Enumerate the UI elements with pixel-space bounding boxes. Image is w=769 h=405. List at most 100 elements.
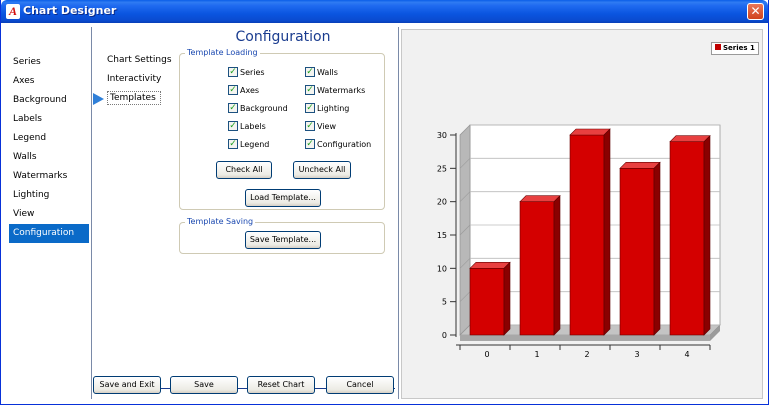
checkbox-series[interactable]: ✓ Series [228, 66, 265, 80]
reset-chart-button[interactable]: Reset Chart [247, 376, 315, 394]
checkbox-label: Watermarks [317, 86, 366, 95]
bar [519, 194, 561, 336]
check-icon: ✓ [305, 120, 315, 131]
checkbox-walls[interactable]: ✓ Walls [305, 66, 338, 80]
bar [569, 128, 611, 336]
dialog-content: Series Axes Background Labels Legend Wal… [3, 23, 768, 403]
page-title: Configuration [235, 29, 331, 45]
checkbox-watermarks[interactable]: ✓ Watermarks [305, 84, 365, 98]
save-template-button[interactable]: Save Template... [245, 231, 321, 249]
nav-item-legend[interactable]: Legend [9, 129, 89, 148]
check-icon: ✓ [305, 66, 315, 77]
subnav-item-templates[interactable]: Templates [93, 89, 173, 108]
preview-divider [398, 27, 399, 399]
template-saving-group: Template Saving Save Template... [179, 216, 385, 254]
selection-arrow-icon [93, 93, 104, 105]
nav-divider [91, 27, 92, 399]
check-all-button[interactable]: Check All [216, 161, 272, 179]
checkbox-label: Series [240, 68, 265, 77]
bar-top [469, 262, 511, 269]
chart-designer-window: A Chart Designer ✕ Series Axes Backgroun… [0, 0, 769, 405]
checkbox-axes[interactable]: ✓ Axes [228, 84, 259, 98]
checkbox-labels[interactable]: ✓ Labels [228, 120, 266, 134]
check-icon: ✓ [228, 138, 238, 149]
chart-preview: Series 1 0 5 10 15 20 25 30 0 1 2 3 4 [401, 29, 763, 399]
bar-chart: 0 5 10 15 20 25 30 0 1 2 3 4 [437, 124, 721, 359]
close-button[interactable]: ✕ [747, 3, 764, 20]
check-icon: ✓ [305, 138, 315, 149]
bar-front [619, 168, 655, 336]
checkbox-label: Walls [317, 68, 338, 77]
bar-front [469, 268, 505, 336]
checkbox-label: Legend [240, 140, 270, 149]
bar-front [519, 201, 555, 336]
y-tick-label: 5 [442, 298, 447, 307]
uncheck-all-button[interactable]: Uncheck All [293, 161, 351, 179]
group-legend: Template Loading [185, 47, 260, 59]
bar [469, 261, 511, 336]
bar-top [619, 162, 661, 169]
bar-front [569, 134, 605, 336]
nav-item-series[interactable]: Series [9, 53, 89, 72]
check-icon: ✓ [228, 102, 238, 113]
nav-item-axes[interactable]: Axes [9, 72, 89, 91]
checkbox-label: Configuration [317, 140, 372, 149]
checkbox-lighting[interactable]: ✓ Lighting [305, 102, 349, 116]
checkbox-label: Lighting [317, 104, 350, 113]
bar-top [519, 195, 561, 202]
bar-side [603, 128, 611, 336]
x-tick-label: 1 [534, 350, 539, 359]
y-tick-label: 30 [437, 131, 447, 140]
x-tick-label: 3 [634, 350, 639, 359]
check-icon: ✓ [305, 102, 315, 113]
bar-front [669, 141, 705, 336]
subnav-label: Interactivity [107, 74, 162, 84]
window-title: Chart Designer [23, 4, 117, 17]
checkbox-view[interactable]: ✓ View [305, 120, 336, 134]
chart-floor-front [460, 335, 710, 341]
bar-side [553, 194, 561, 336]
checkbox-legend[interactable]: ✓ Legend [228, 138, 269, 152]
cancel-button[interactable]: Cancel [326, 376, 394, 394]
subnav-item-interactivity[interactable]: Interactivity [95, 70, 173, 89]
x-tick-label: 2 [584, 350, 589, 359]
y-tick-label: 10 [437, 264, 447, 273]
checkbox-label: Background [240, 104, 288, 113]
y-tick-label: 25 [437, 164, 447, 173]
subnav-label: Chart Settings [107, 55, 172, 65]
check-icon: ✓ [228, 84, 238, 95]
check-icon: ✓ [228, 66, 238, 77]
bar [619, 161, 661, 336]
nav-item-labels[interactable]: Labels [9, 110, 89, 129]
y-tick-label: 15 [437, 231, 447, 240]
nav-item-configuration[interactable]: Configuration [9, 224, 89, 243]
bar-side [503, 261, 511, 336]
x-tick-label: 0 [484, 350, 489, 359]
check-icon: ✓ [228, 120, 238, 131]
title-bar[interactable]: A Chart Designer ✕ [1, 0, 768, 23]
subnav-label: Templates [107, 91, 161, 105]
template-loading-group: Template Loading ✓ Series ✓ Axes ✓ Backgrou… [179, 47, 385, 210]
x-tick-label: 4 [684, 350, 689, 359]
nav-item-view[interactable]: View [9, 205, 89, 224]
bar-top [669, 135, 711, 142]
app-icon: A [6, 4, 20, 19]
y-tick-label: 20 [437, 198, 447, 207]
load-template-button[interactable]: Load Template... [245, 189, 321, 207]
legend-label: Series 1 [723, 44, 755, 52]
nav-item-background[interactable]: Background [9, 91, 89, 110]
save-and-exit-button[interactable]: Save and Exit [93, 376, 161, 394]
nav-item-lighting[interactable]: Lighting [9, 186, 89, 205]
checkbox-background[interactable]: ✓ Background [228, 102, 288, 116]
checkbox-label: View [317, 122, 336, 131]
bar-side [703, 134, 711, 336]
checkbox-configuration[interactable]: ✓ Configuration [305, 138, 371, 152]
bar-top [569, 128, 611, 136]
subnav-item-chart-settings[interactable]: Chart Settings [95, 51, 173, 70]
nav-item-walls[interactable]: Walls [9, 148, 89, 167]
bar [669, 134, 711, 336]
sub-nav: Chart Settings Interactivity Templates [93, 51, 173, 108]
category-nav: Series Axes Background Labels Legend Wal… [9, 53, 89, 243]
save-button[interactable]: Save [170, 376, 238, 394]
nav-item-watermarks[interactable]: Watermarks [9, 167, 89, 186]
